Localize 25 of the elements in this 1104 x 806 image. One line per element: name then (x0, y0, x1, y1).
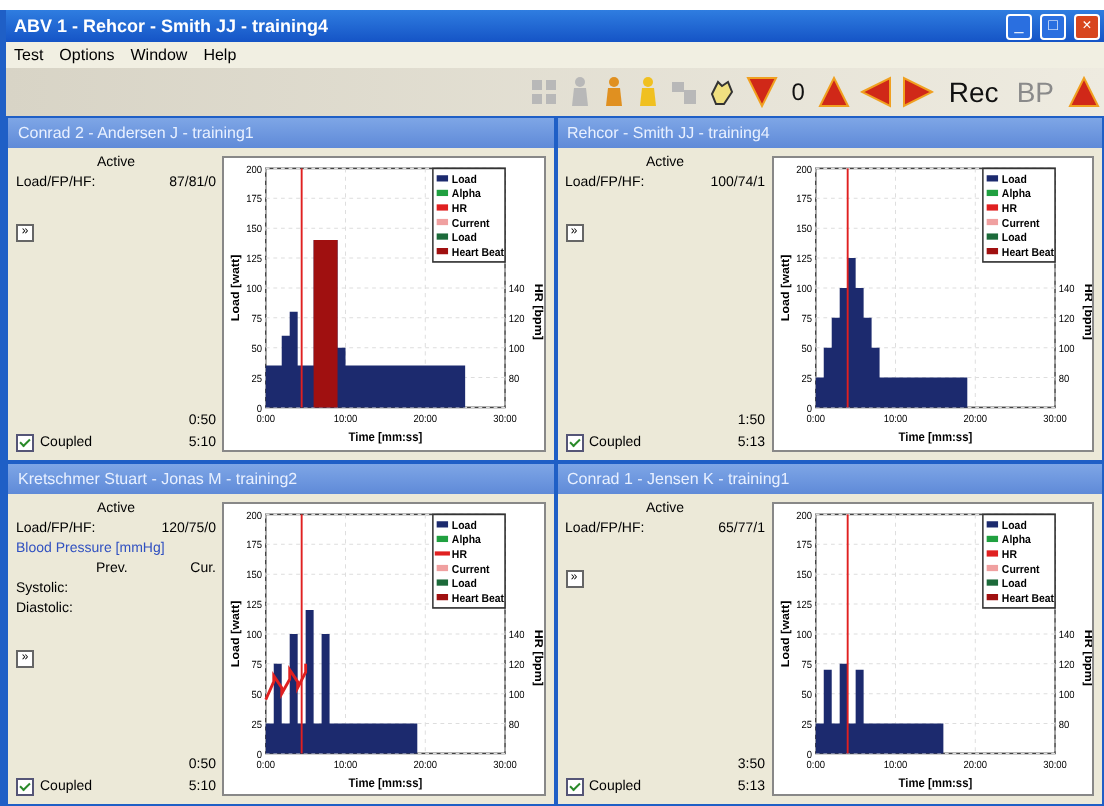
maximize-button[interactable]: □ (1040, 13, 1066, 39)
menu-item[interactable]: Test (14, 46, 44, 64)
menu-item[interactable]: Help (203, 46, 237, 64)
warning-icon[interactable] (1068, 76, 1100, 108)
up-triangle-icon[interactable] (818, 76, 851, 108)
right-triangle-icon[interactable] (902, 76, 935, 108)
panel-title: Conrad 1 - Jensen K - training1 (557, 463, 1102, 493)
legend-background (432, 167, 506, 263)
window-title: ABV 1 - Rehcor - Smith JJ - training4 (14, 16, 331, 36)
close-button[interactable]: × (1074, 13, 1100, 39)
toolbar-button[interactable]: Rec (944, 76, 1003, 108)
panel-title: Kretschmer Stuart - Jonas M - training2 (8, 463, 553, 493)
legend-background (981, 167, 1055, 263)
load-area (814, 662, 943, 753)
minimize-button[interactable]: _ (1006, 13, 1032, 39)
legend-background (981, 512, 1055, 608)
panel-title: Rehcor - Smith JJ - training4 (557, 118, 1102, 148)
hr-line (264, 662, 308, 700)
toolbar-button[interactable]: 0 (787, 78, 809, 106)
menu-item[interactable]: Window (130, 46, 188, 64)
panel-title: Conrad 2 - Andersen J - training1 (8, 118, 553, 148)
left-triangle-icon[interactable] (860, 76, 893, 108)
down-triangle-icon[interactable] (745, 76, 778, 108)
legend-background (432, 512, 506, 608)
menu-item[interactable]: Options (59, 46, 115, 64)
